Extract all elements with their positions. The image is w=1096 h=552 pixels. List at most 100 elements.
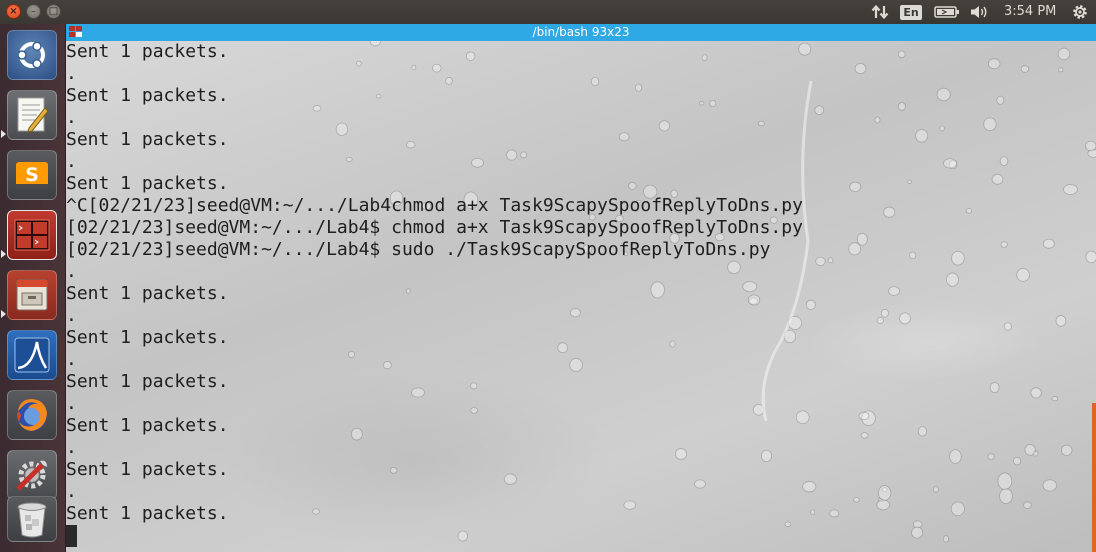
launcher-item-firefox[interactable] [7,390,57,440]
terminal-output: Sent 1 packets.. Sent 1 packets.. Sent 1 p… [66,41,803,547]
launcher-item-system-settings[interactable] [7,450,57,500]
terminal-line: ^C[02/21/23]seed@VM:~/.../Lab4chmod a+x … [66,195,803,216]
raindrop [853,497,860,503]
raindrop [996,95,1005,105]
raindrop [1057,47,1071,61]
raindrop [814,105,825,115]
trash-icon [17,502,47,538]
terminal-line: . [66,151,77,172]
raindrop [848,242,862,256]
raindrop [1042,238,1055,249]
terminal-line: Sent 1 packets. [66,371,229,392]
terminal-titlebar[interactable]: /bin/bash 93x23 [66,24,1096,41]
keyboard-language-icon[interactable]: En [900,0,922,24]
language-indicator: En [900,4,922,20]
raindrop [936,87,951,102]
raindrop [951,250,965,266]
raindrop [999,488,1013,504]
terminal-line: Sent 1 packets. [66,503,229,524]
raindrop [880,308,889,318]
launcher-running-indicator [1,130,6,138]
raindrop [858,411,870,421]
terminal-line: . [66,349,77,370]
launcher-item-wireshark[interactable] [7,330,57,380]
raindrop [983,117,997,132]
launcher-item-trash[interactable] [7,496,57,542]
raindrop [805,299,816,310]
terminal-line: . [66,107,77,128]
terminal-line: Sent 1 packets. [66,283,229,304]
battery-icon[interactable] [933,0,961,24]
raindrop [1000,241,1008,248]
raindrop [876,499,890,511]
raindrop [860,432,869,439]
window-minimize-button[interactable]: – [26,4,41,19]
network-updown-icon[interactable] [869,0,891,24]
raindrop [1085,140,1096,152]
terminal-line: . [66,437,77,458]
raindrop [989,382,1000,394]
window-close-button[interactable]: × [6,4,21,19]
firefox-icon [17,399,47,431]
top-panel: × – □ En 3:54 PM [0,0,1096,24]
unity-launcher: S [0,24,66,552]
raindrop [1024,444,1036,456]
raindrop [1020,65,1030,73]
launcher-item-file-manager[interactable] [7,270,57,320]
raindrop [888,286,900,296]
raindrop [942,535,950,543]
sublime-text-icon: S [16,162,48,189]
raindrop [810,509,816,516]
raindrop [997,472,1013,490]
raindrop [987,58,1001,70]
window-maximize-button[interactable]: □ [46,4,61,19]
terminal-line: Sent 1 packets. [66,327,229,348]
volume-svg [971,6,987,18]
launcher-running-indicator [1,250,6,258]
raindrop [943,158,957,169]
raindrop [1085,250,1096,264]
raindrop [829,509,840,518]
terminal-line: . [66,481,77,502]
raindrop [915,129,929,143]
launcher-item-terminal[interactable] [7,210,57,260]
raindrop [946,272,959,287]
ubuntu-logo-icon [17,41,45,69]
volume-icon[interactable] [968,0,990,24]
settings-tools-icon [16,460,47,491]
raindrop [877,485,892,501]
svg-text:S: S [25,164,39,186]
terminal-line: . [66,393,77,414]
raindrop [932,486,939,493]
raindrop [908,251,917,260]
panel-clock[interactable]: 3:54 PM [1004,0,1056,24]
terminal-icon [14,219,50,251]
raindrop [965,208,973,214]
terminal-line: Sent 1 packets. [66,173,229,194]
raindrop [802,481,817,493]
terminal-body[interactable]: Sent 1 packets.. Sent 1 packets.. Sent 1 p… [66,41,1096,552]
raindrop [856,232,868,246]
raindrop [991,173,1004,185]
terminal-title: /bin/bash 93x23 [532,25,630,39]
terminal-line: Sent 1 packets. [66,41,229,62]
raindrop [1057,67,1064,73]
text-editor-icon [17,97,49,133]
raindrop [1060,444,1073,456]
raindrop [1055,315,1067,327]
terminal-line: Sent 1 packets. [66,129,229,150]
raindrop [876,316,884,324]
raindrop [1063,184,1078,195]
raindrop [815,256,826,266]
wireshark-fin-icon [14,337,50,373]
raindrop [874,116,881,124]
launcher-item-text-editor[interactable] [7,90,57,140]
launcher-item-sublime-text[interactable]: S [7,150,57,200]
terminal-line: Sent 1 packets. [66,85,229,106]
battery-svg [934,6,959,18]
launcher-running-indicator [1,310,6,318]
settings-gear-icon[interactable] [1068,0,1092,24]
launcher-item-ubuntu-dash[interactable] [7,30,57,80]
terminal-line: . [66,63,77,84]
raindrop [1016,268,1030,282]
